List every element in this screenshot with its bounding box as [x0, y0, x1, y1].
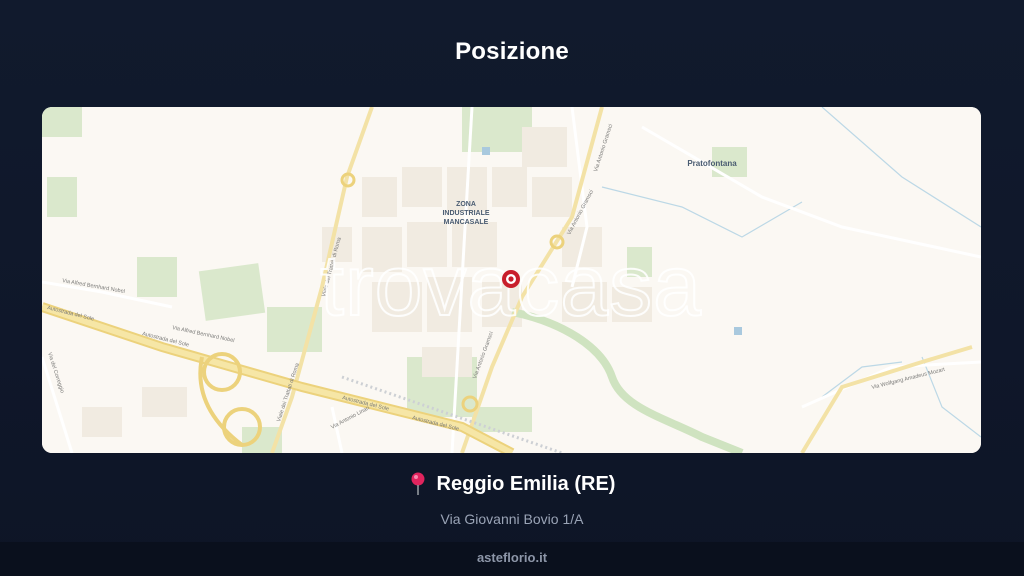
page-title: Posizione: [455, 38, 569, 65]
location-title: Reggio Emilia (RE): [409, 472, 616, 496]
location-info: Reggio Emilia (RE) Via Giovanni Bovio 1/…: [0, 472, 1024, 527]
location-marker[interactable]: [502, 270, 520, 288]
address-label: Via Giovanni Bovio 1/A: [440, 511, 584, 527]
pin-icon: [411, 472, 425, 495]
footer: asteflorio.it: [0, 542, 1024, 576]
footer-site-label[interactable]: asteflorio.it: [477, 550, 547, 565]
city-label: Reggio Emilia (RE): [436, 472, 616, 495]
svg-text:INDUSTRIALE: INDUSTRIALE: [442, 210, 489, 217]
map-container[interactable]: ZONA INDUSTRIALE MANCASALE Pratofontana …: [42, 107, 981, 453]
svg-text:ZONA: ZONA: [456, 201, 476, 208]
pond: [734, 327, 742, 335]
svg-text:MANCASALE: MANCASALE: [444, 219, 489, 226]
pond-2: [482, 147, 490, 155]
place-label-pratofontana: Pratofontana: [687, 159, 737, 168]
map-canvas[interactable]: ZONA INDUSTRIALE MANCASALE Pratofontana …: [42, 107, 981, 453]
